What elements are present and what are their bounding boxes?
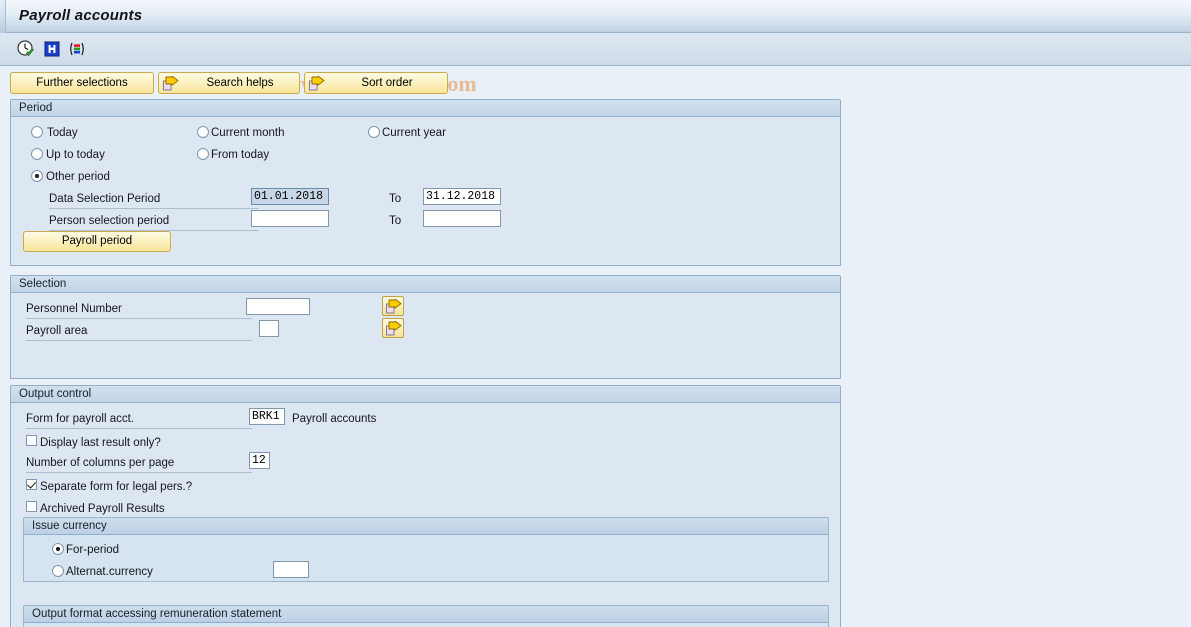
display-last-result-only-label: Display last result only? xyxy=(40,437,161,449)
radio-other-period-label: Other period xyxy=(46,171,110,183)
output-control-group-header: Output control xyxy=(11,386,840,403)
output-format-group-header: Output format accessing remuneration sta… xyxy=(24,606,828,623)
separate-form-for-legal-pers-checkbox[interactable] xyxy=(26,479,37,490)
selection-group: Selection Personnel Number Payroll area xyxy=(10,275,841,379)
radio-up-to-today-label: Up to today xyxy=(46,149,105,161)
radio-today-label: Today xyxy=(47,127,78,139)
arrow-right-page-icon xyxy=(163,75,179,91)
radio-up-to-today[interactable] xyxy=(31,148,43,160)
radio-from-today[interactable] xyxy=(197,148,209,160)
data-selection-period-label: Data Selection Period xyxy=(49,192,259,209)
multiple-selection-arrow-icon xyxy=(386,299,402,314)
radio-alternat-currency[interactable] xyxy=(52,565,64,577)
display-last-result-only-checkbox[interactable] xyxy=(26,435,37,446)
period-group-header: Period xyxy=(11,100,840,117)
radio-current-year[interactable] xyxy=(368,126,380,138)
person-selection-period-from-input[interactable] xyxy=(251,210,329,227)
info-help-icon[interactable] xyxy=(42,39,62,59)
window-title-bar: Payroll accounts xyxy=(0,0,1191,33)
icon-toolbar: © www.tutorialkart.com xyxy=(0,33,1191,96)
personnel-number-input[interactable] xyxy=(246,298,310,315)
radio-today[interactable] xyxy=(31,126,43,138)
form-for-payroll-acct-description: Payroll accounts xyxy=(292,413,377,425)
output-format-group: Output format accessing remuneration sta… xyxy=(23,605,829,627)
radio-current-year-label: Current year xyxy=(382,127,446,139)
output-control-group: Output control Form for payroll acct. BR… xyxy=(10,385,841,627)
personnel-number-multiple-selection-button[interactable] xyxy=(382,296,404,316)
payroll-period-button[interactable]: Payroll period xyxy=(23,231,171,252)
period-group: Period Today Current month Current year … xyxy=(10,99,841,266)
payroll-area-label: Payroll area xyxy=(26,324,252,341)
issue-currency-group: Issue currency For-period Alternat.curre… xyxy=(23,517,829,582)
title-accent-bar xyxy=(0,0,6,33)
archived-payroll-results-checkbox[interactable] xyxy=(26,501,37,512)
alternat-currency-input[interactable] xyxy=(273,561,309,578)
personnel-number-label: Personnel Number xyxy=(26,302,252,319)
person-selection-period-label: Person selection period xyxy=(49,214,259,231)
separate-form-for-legal-pers-label: Separate form for legal pers.? xyxy=(40,481,193,493)
person-selection-period-to-label: To xyxy=(389,215,402,227)
page-title: Payroll accounts xyxy=(19,7,143,24)
data-selection-period-to-label: To xyxy=(389,193,402,205)
selection-group-header: Selection xyxy=(11,276,840,293)
data-selection-period-to-input[interactable]: 31.12.2018 xyxy=(423,188,501,205)
radio-current-month-label: Current month xyxy=(211,127,285,139)
number-of-columns-per-page-input[interactable]: 12 xyxy=(249,452,270,469)
multiple-selection-arrow-icon xyxy=(386,321,402,336)
sap-selection-screen: Payroll accounts Further selections Sear… xyxy=(0,0,1191,627)
issue-currency-group-header: Issue currency xyxy=(24,518,828,535)
radio-other-period[interactable] xyxy=(31,170,43,182)
payroll-area-input[interactable] xyxy=(259,320,279,337)
radio-from-today-label: From today xyxy=(211,149,270,161)
data-selection-period-from-input[interactable]: 01.01.2018 xyxy=(251,188,329,205)
number-of-columns-per-page-label: Number of columns per page xyxy=(26,456,252,473)
radio-alternat-currency-label: Alternat.currency xyxy=(66,565,272,582)
radio-for-period-label: For-period xyxy=(66,544,120,556)
radio-for-period[interactable] xyxy=(52,543,64,555)
form-for-payroll-acct-input[interactable]: BRK1 xyxy=(249,408,285,425)
sort-order-button[interactable]: Sort order xyxy=(304,72,448,94)
form-for-payroll-acct-label: Form for payroll acct. xyxy=(26,412,252,429)
payroll-area-multiple-selection-button[interactable] xyxy=(382,318,404,338)
archived-payroll-results-label: Archived Payroll Results xyxy=(40,503,165,515)
arrow-right-page-icon xyxy=(309,75,325,91)
search-helps-button[interactable]: Search helps xyxy=(158,72,300,94)
execute-clock-check-icon[interactable] xyxy=(16,39,36,59)
variant-bars-icon[interactable] xyxy=(67,39,87,59)
person-selection-period-to-input[interactable] xyxy=(423,210,501,227)
radio-current-month[interactable] xyxy=(197,126,209,138)
further-selections-button[interactable]: Further selections xyxy=(10,72,154,94)
